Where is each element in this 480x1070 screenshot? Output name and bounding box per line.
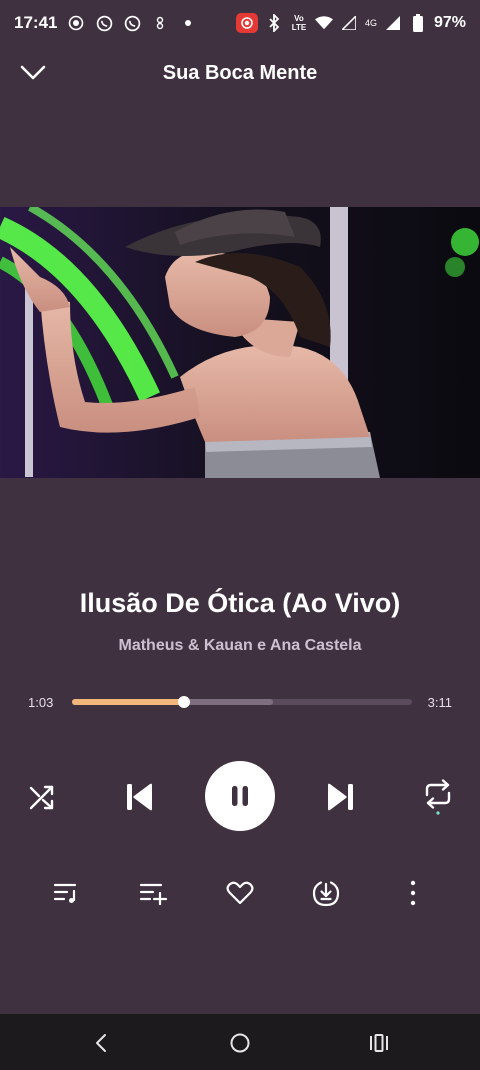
collapse-button[interactable] xyxy=(18,58,48,88)
song-artist[interactable]: Matheus & Kauan e Ana Castela xyxy=(0,637,480,655)
volte-indicator: Vo LTE xyxy=(291,14,307,32)
heart-icon xyxy=(226,881,254,905)
nav-back-button[interactable] xyxy=(86,1028,116,1058)
back-icon xyxy=(96,1034,106,1052)
home-icon xyxy=(230,1033,250,1053)
previous-icon xyxy=(127,783,152,811)
music-video[interactable] xyxy=(0,207,480,478)
queue-icon xyxy=(53,883,77,903)
app-notification-icon xyxy=(151,14,169,32)
recents-icon xyxy=(370,1034,388,1052)
like-button[interactable] xyxy=(220,875,260,911)
pause-button[interactable] xyxy=(205,761,275,831)
previous-button[interactable] xyxy=(118,776,160,818)
repeat-icon xyxy=(425,779,451,815)
whatsapp-icon-2 xyxy=(123,14,141,32)
seek-bar[interactable] xyxy=(72,696,412,708)
shuffle-button[interactable] xyxy=(24,779,60,815)
nav-home-button[interactable] xyxy=(225,1028,255,1058)
more-options-button[interactable] xyxy=(393,875,433,911)
signal-icon xyxy=(340,14,358,32)
total-time: 3:11 xyxy=(427,695,452,710)
player-header: Sua Boca Mente xyxy=(0,50,480,96)
download-button[interactable] xyxy=(306,875,346,911)
nav-recents-button[interactable] xyxy=(364,1028,394,1058)
next-icon xyxy=(328,783,353,811)
album-title: Sua Boca Mente xyxy=(162,61,318,84)
next-button[interactable] xyxy=(320,776,362,818)
wifi-icon xyxy=(314,14,333,32)
chevron-down-icon xyxy=(20,65,46,80)
shuffle-icon xyxy=(29,785,54,810)
battery-icon xyxy=(409,14,427,32)
current-time: 1:03 xyxy=(28,695,54,710)
battery-level: 97% xyxy=(433,14,466,31)
repeat-button[interactable] xyxy=(420,777,456,817)
queue-button[interactable] xyxy=(46,875,86,911)
progress-fill xyxy=(72,699,185,705)
add-to-playlist-icon xyxy=(139,883,167,905)
network-type: 4G xyxy=(364,18,377,28)
screen-record-notification-icon xyxy=(67,14,85,32)
pause-icon xyxy=(232,786,248,806)
whatsapp-icon xyxy=(95,14,113,32)
seek-thumb[interactable] xyxy=(178,696,191,708)
signal-icon-2 xyxy=(384,14,402,32)
song-title: Ilusão De Ótica (Ao Vivo) xyxy=(79,588,401,618)
status-time: 17:41 xyxy=(14,13,58,32)
bluetooth-icon xyxy=(265,14,283,32)
more-icon xyxy=(410,880,416,906)
download-icon xyxy=(312,881,340,907)
status-bar: 17:41 Vo LTE 4G 97% xyxy=(0,0,480,46)
recording-icon xyxy=(235,13,258,33)
add-to-playlist-button[interactable] xyxy=(133,875,173,911)
video-frame-image xyxy=(0,207,480,478)
dot-icon xyxy=(179,14,197,32)
system-nav-bar xyxy=(0,1014,480,1070)
